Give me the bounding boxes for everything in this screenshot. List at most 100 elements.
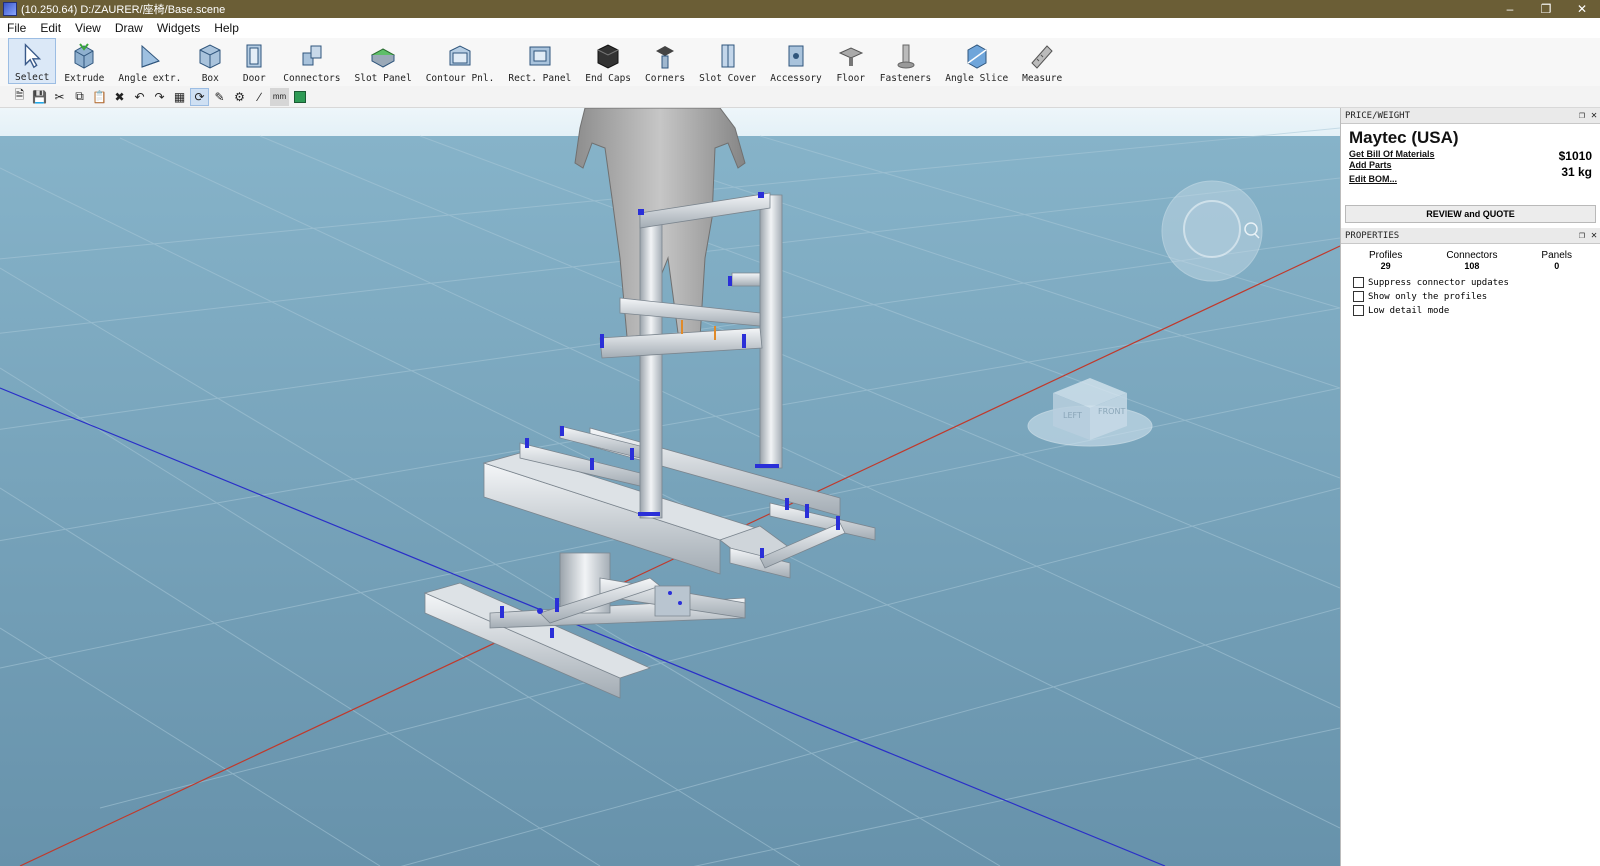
tool-box[interactable]: Box: [189, 38, 231, 84]
panel-title: PROPERTIES: [1345, 230, 1400, 241]
tool-measure[interactable]: Measure: [1016, 38, 1068, 84]
checkbox-box[interactable]: [1353, 277, 1364, 288]
viewcube-front-label: FRONT: [1098, 407, 1125, 416]
fasteners-icon: [897, 44, 914, 69]
tool-select[interactable]: Select: [8, 38, 57, 84]
menu-view[interactable]: View: [68, 21, 108, 35]
tool-rect-panel[interactable]: Rect. Panel: [502, 38, 577, 84]
float-panel-icon[interactable]: ❐: [1576, 110, 1588, 121]
tool-label: Select: [15, 72, 50, 83]
close-panel-icon[interactable]: ✕: [1588, 230, 1600, 241]
float-panel-icon[interactable]: ❐: [1576, 230, 1588, 241]
profiles-count: Profiles 29: [1369, 250, 1402, 271]
restore-icon[interactable]: ❐: [1528, 0, 1564, 18]
tool-accessory[interactable]: Accessory: [764, 38, 827, 84]
menu-edit[interactable]: Edit: [33, 21, 68, 35]
tool-label: Measure: [1022, 73, 1063, 84]
price-weight-header: PRICE/WEIGHT ❐ ✕: [1341, 108, 1600, 124]
menu-help[interactable]: Help: [207, 21, 246, 35]
tool-end-caps[interactable]: End Caps: [579, 38, 637, 84]
delete-icon[interactable]: ✖: [110, 88, 129, 106]
total-weight: 31 kg: [1561, 165, 1592, 179]
tool-label: Slot Cover: [699, 73, 757, 84]
tool-label: Rect. Panel: [508, 73, 572, 84]
grid-icon[interactable]: ▦: [170, 88, 189, 106]
redo-icon[interactable]: ↷: [150, 88, 169, 106]
tool-floor[interactable]: Floor: [830, 38, 872, 84]
get-bom-link[interactable]: Get Bill Of Materials: [1349, 149, 1592, 159]
panel-title: PRICE/WEIGHT: [1345, 110, 1411, 121]
save-icon[interactable]: 💾: [30, 88, 49, 106]
review-quote-button[interactable]: REVIEW and QUOTE: [1345, 205, 1596, 223]
tool-label: Floor: [836, 73, 866, 84]
checkbox-box[interactable]: [1353, 305, 1364, 316]
close-icon[interactable]: ✕: [1564, 0, 1600, 18]
measure-line-icon[interactable]: ∕: [250, 88, 269, 106]
add-parts-link[interactable]: Add Parts: [1349, 160, 1592, 170]
properties-section: Profiles 29 Connectors 108 Panels 0 Supp…: [1341, 244, 1600, 325]
count-value: 29: [1380, 261, 1391, 271]
edit-bom-link[interactable]: Edit BOM...: [1349, 174, 1592, 184]
suppress-connector-checkbox[interactable]: Suppress connector updates: [1353, 277, 1594, 288]
tool-extrude[interactable]: Extrude: [58, 38, 110, 84]
color-icon[interactable]: [290, 88, 309, 106]
tool-label: Angle Slice: [945, 73, 1009, 84]
navigation-wheel[interactable]: [1161, 180, 1263, 282]
angle-slice-icon: [967, 44, 987, 69]
slot-cover-icon: [721, 44, 735, 68]
secondary-toolbar: 🗎 💾 ✂ ⧉ 📋 ✖ ↶ ↷ ▦ ⟳ ✎ ⚙ ∕ mm: [0, 86, 1600, 108]
undo-icon[interactable]: ↶: [130, 88, 149, 106]
rect-panel-icon: [529, 46, 551, 66]
copy-icon[interactable]: ⧉: [70, 88, 89, 106]
tool-label: Accessory: [770, 73, 822, 84]
cut-icon[interactable]: ✂: [50, 88, 69, 106]
slot-panel-icon: [371, 48, 396, 68]
connectors-count: Connectors 108: [1446, 250, 1497, 271]
checkbox-label: Low detail mode: [1368, 305, 1450, 316]
checkbox-label: Show only the profiles: [1368, 291, 1488, 302]
scene-canvas[interactable]: LEFT FRONT: [0, 108, 1340, 866]
checkbox-box[interactable]: [1353, 291, 1364, 302]
count-label: Connectors: [1446, 250, 1498, 261]
tool-corners[interactable]: Corners: [639, 38, 691, 84]
total-price: $1010: [1558, 149, 1592, 163]
3d-viewport[interactable]: LEFT FRONT: [0, 108, 1340, 866]
menu-bar: File Edit View Draw Widgets Help: [0, 18, 1600, 38]
low-detail-checkbox[interactable]: Low detail mode: [1353, 305, 1594, 316]
close-panel-icon[interactable]: ✕: [1588, 110, 1600, 121]
panels-count: Panels 0: [1541, 250, 1572, 271]
main-toolbar: Select Extrude Angle extr. Box Door Conn…: [0, 38, 1600, 86]
contour-panel-icon: [449, 45, 471, 66]
properties-header: PROPERTIES ❐ ✕: [1341, 228, 1600, 244]
settings-icon[interactable]: ⚙: [230, 88, 249, 106]
right-panel: PRICE/WEIGHT ❐ ✕ Maytec (USA) $1010 31 k…: [1340, 108, 1600, 866]
new-file-icon[interactable]: 🗎: [10, 88, 29, 106]
units-icon[interactable]: mm: [270, 87, 289, 106]
tool-connectors[interactable]: Connectors: [277, 38, 346, 84]
tool-fasteners[interactable]: Fasteners: [874, 38, 937, 84]
paste-icon[interactable]: 📋: [90, 88, 109, 106]
menu-draw[interactable]: Draw: [108, 21, 150, 35]
select-arrow-icon: [24, 43, 42, 69]
extrude-icon: [74, 43, 94, 69]
show-only-profiles-checkbox[interactable]: Show only the profiles: [1353, 291, 1594, 302]
price-weight-section: Maytec (USA) $1010 31 kg Get Bill Of Mat…: [1341, 124, 1600, 223]
minimize-icon[interactable]: –: [1492, 0, 1528, 18]
menu-file[interactable]: File: [0, 21, 33, 35]
tool-label: Angle extr.: [118, 73, 182, 84]
tool-angle-slice[interactable]: Angle Slice: [939, 38, 1014, 84]
tool-angle-extrude[interactable]: Angle extr.: [112, 38, 187, 84]
accessory-icon: [788, 45, 804, 67]
tool-contour-panel[interactable]: Contour Pnl.: [420, 38, 501, 84]
connectors-icon: [302, 45, 322, 66]
tool-door[interactable]: Door: [233, 38, 275, 84]
tool-slot-panel[interactable]: Slot Panel: [349, 38, 418, 84]
door-icon: [246, 44, 262, 68]
menu-widgets[interactable]: Widgets: [150, 21, 207, 35]
measure-icon: [1031, 45, 1053, 69]
tool-slot-cover[interactable]: Slot Cover: [693, 38, 762, 84]
edit-icon[interactable]: ✎: [210, 88, 229, 106]
rotate-icon[interactable]: ⟳: [190, 87, 209, 106]
part-counts: Profiles 29 Connectors 108 Panels 0: [1347, 250, 1594, 271]
count-value: 108: [1464, 261, 1480, 271]
